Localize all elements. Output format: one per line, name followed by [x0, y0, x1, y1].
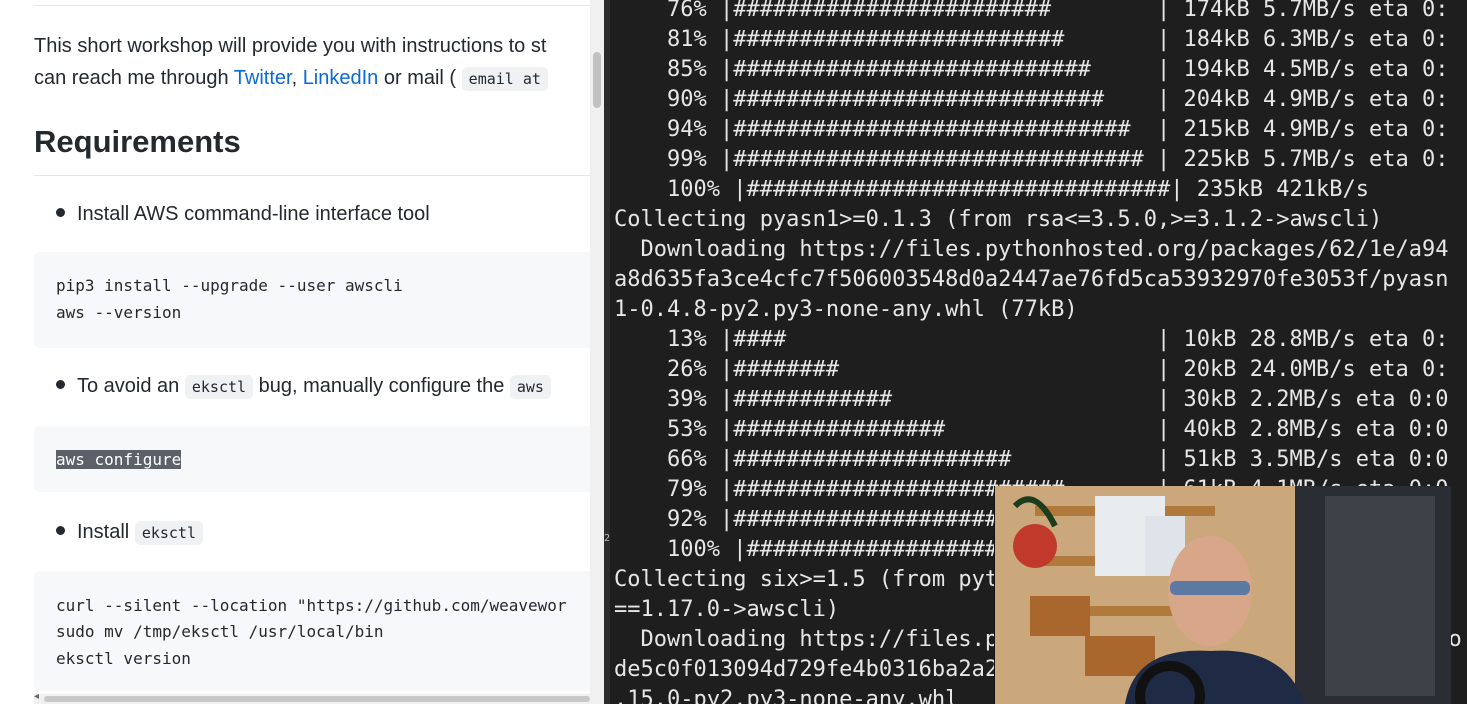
intro-line-2: can reach me through Twitter, LinkedIn o… [34, 62, 604, 95]
terminal-edge [604, 0, 610, 704]
bullet-eksctl-bug: To avoid an eksctl bug, manually configu… [56, 375, 551, 399]
intro-line-2-prefix: can reach me through [34, 67, 234, 89]
bullet-text: To avoid an [77, 375, 185, 397]
code-block-aws-configure[interactable]: aws configure [34, 426, 594, 492]
linkedin-link[interactable]: LinkedIn [303, 67, 379, 89]
terminal-line: Collecting pyasn1>=0.1.3 (from rsa<=3.5.… [614, 207, 1383, 232]
selected-code-text[interactable]: aws configure [56, 450, 182, 469]
terminal-line: 76% |######################## | 174kB 5.… [614, 0, 1449, 22]
terminal-line: 53% |################ | 40kB 2.8MB/s eta… [614, 417, 1449, 442]
bullet-text: bug, manually configure the [253, 375, 510, 397]
bullet-install-eksctl: Install eksctl [56, 521, 203, 545]
code-block-eksctl[interactable]: curl --silent --location "https://github… [34, 571, 594, 691]
separator-comma: , [291, 67, 303, 89]
inline-code-eksctl: eksctl [184, 375, 254, 399]
code-line: curl --silent --location "https://github… [56, 596, 567, 615]
terminal-line: 13% |#### | 10kB 28.8MB/s eta 0: [614, 327, 1449, 352]
edge-marker: 2 [604, 533, 611, 544]
terminal-line: a8d635fa3ce4cfc7f506003548d0a2447ae76fd5… [614, 267, 1449, 292]
terminal-line: 26% |######## | 20kB 24.0MB/s eta 0: [614, 357, 1449, 382]
terminal-line: 1-0.4.8-py2.py3-none-any.whl (77kB) [614, 297, 1078, 322]
divider [34, 5, 594, 6]
bullet-install-awscli: Install AWS command-line interface tool [56, 203, 430, 226]
terminal-line: 99% |############################### | 2… [614, 147, 1449, 172]
webcam-overlay [994, 486, 1451, 704]
code-line: aws --version [56, 303, 182, 322]
scrollbar-thumb[interactable] [593, 52, 601, 108]
bullet-text: Install AWS command-line interface tool [77, 203, 430, 225]
markdown-document: This short workshop will provide you wit… [0, 0, 604, 704]
intro-line-1: This short workshop will provide you wit… [34, 35, 547, 57]
terminal-line: 90% |############################ | 204k… [614, 87, 1449, 112]
terminal-line: 81% |######################### | 184kB 6… [614, 27, 1449, 52]
horizontal-scrollbar[interactable]: ◂ [34, 691, 590, 704]
bullet-text: Install [77, 521, 135, 543]
scrollbar-thumb[interactable] [44, 696, 590, 702]
code-line: sudo mv /tmp/eksctl /usr/local/bin [56, 622, 384, 641]
bullet-dot [56, 526, 65, 536]
inline-code-aws: aws [509, 375, 551, 399]
terminal-line: ==1.17.0->awscli) [614, 597, 840, 622]
terminal-line: 39% |############ | 30kB 2.2MB/s eta 0:0 [614, 387, 1449, 412]
intro-line-2-mid: or mail ( [378, 67, 457, 89]
bullet-dot [56, 380, 65, 390]
intro-paragraph: This short workshop will provide you wit… [34, 30, 604, 95]
heading-rule [34, 175, 594, 176]
terminal-line: 85% |########################### | 194kB… [614, 57, 1449, 82]
code-line: pip3 install --upgrade --user awscli [56, 276, 403, 295]
terminal-line: 94% |############################## | 21… [614, 117, 1449, 142]
webcam-video-icon [995, 486, 1451, 704]
scroll-left-arrow-icon[interactable]: ◂ [34, 691, 39, 702]
code-line: eksctl version [56, 649, 191, 668]
twitter-link[interactable]: Twitter [234, 67, 292, 89]
vertical-scrollbar[interactable] [590, 0, 604, 704]
inline-code-eksctl: eksctl [134, 521, 203, 545]
code-block-awscli[interactable]: pip3 install --upgrade --user awscli aws… [34, 252, 594, 348]
bullet-dot [56, 208, 65, 218]
terminal-line: Downloading https://files.pythonhosted.o… [614, 237, 1449, 262]
terminal-line: 100% |################################| … [614, 177, 1369, 202]
terminal-line: 66% |##################### | 51kB 3.5MB/… [614, 447, 1449, 472]
requirements-heading: Requirements [34, 124, 241, 159]
terminal-line: .15.0-py2.py3-none-any.whl [614, 687, 959, 704]
mail-inline-code: email at [461, 67, 548, 91]
